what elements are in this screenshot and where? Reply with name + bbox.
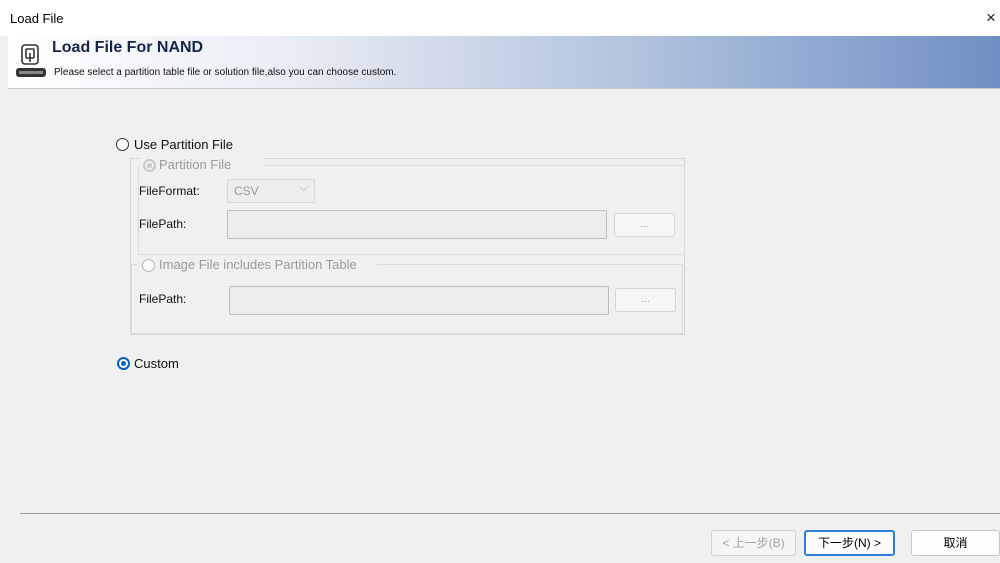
header-subtitle: Please select a partition table file or … bbox=[54, 67, 397, 78]
next-button[interactable]: 下一步(N) > bbox=[804, 530, 895, 556]
partition-filepath-label: FilePath: bbox=[139, 217, 187, 231]
use-partition-file-label[interactable]: Use Partition File bbox=[134, 137, 233, 152]
header-title: Load File For NAND bbox=[52, 39, 204, 56]
close-icon[interactable]: × bbox=[986, 8, 1000, 28]
chevron-down-icon: ⌵ bbox=[299, 182, 308, 194]
back-button[interactable]: < 上一步(B) bbox=[711, 530, 796, 556]
image-browse-button[interactable]: ... bbox=[615, 288, 676, 312]
window-title: Load File bbox=[10, 11, 64, 26]
cancel-button[interactable]: 取消 bbox=[911, 530, 1000, 556]
image-filepath-input[interactable] bbox=[229, 286, 609, 315]
partition-browse-button[interactable]: ... bbox=[614, 213, 675, 237]
image-filepath-label: FilePath: bbox=[139, 292, 187, 306]
partition-filepath-input[interactable] bbox=[227, 210, 607, 239]
header-divider bbox=[8, 88, 1000, 89]
use-partition-file-radio[interactable] bbox=[116, 138, 129, 151]
wizard-header: Load File For NAND Please select a parti… bbox=[8, 36, 1000, 88]
fileformat-select[interactable]: CSV ⌵ bbox=[227, 179, 315, 203]
custom-radio[interactable] bbox=[117, 357, 130, 370]
title-bar: Load File × bbox=[0, 0, 1000, 36]
image-file-radio[interactable] bbox=[142, 259, 155, 272]
dediprog-logo-icon bbox=[16, 44, 46, 77]
load-file-dialog: Load File × Load File For NAND Please se… bbox=[0, 0, 1000, 563]
footer-divider bbox=[20, 513, 1000, 514]
fileformat-value: CSV bbox=[234, 184, 259, 198]
partition-file-label[interactable]: Partition File bbox=[159, 157, 231, 172]
image-file-label[interactable]: Image File includes Partition Table bbox=[159, 257, 357, 272]
custom-label[interactable]: Custom bbox=[134, 356, 179, 371]
fileformat-label: FileFormat: bbox=[139, 184, 200, 198]
partition-file-radio[interactable] bbox=[143, 159, 156, 172]
